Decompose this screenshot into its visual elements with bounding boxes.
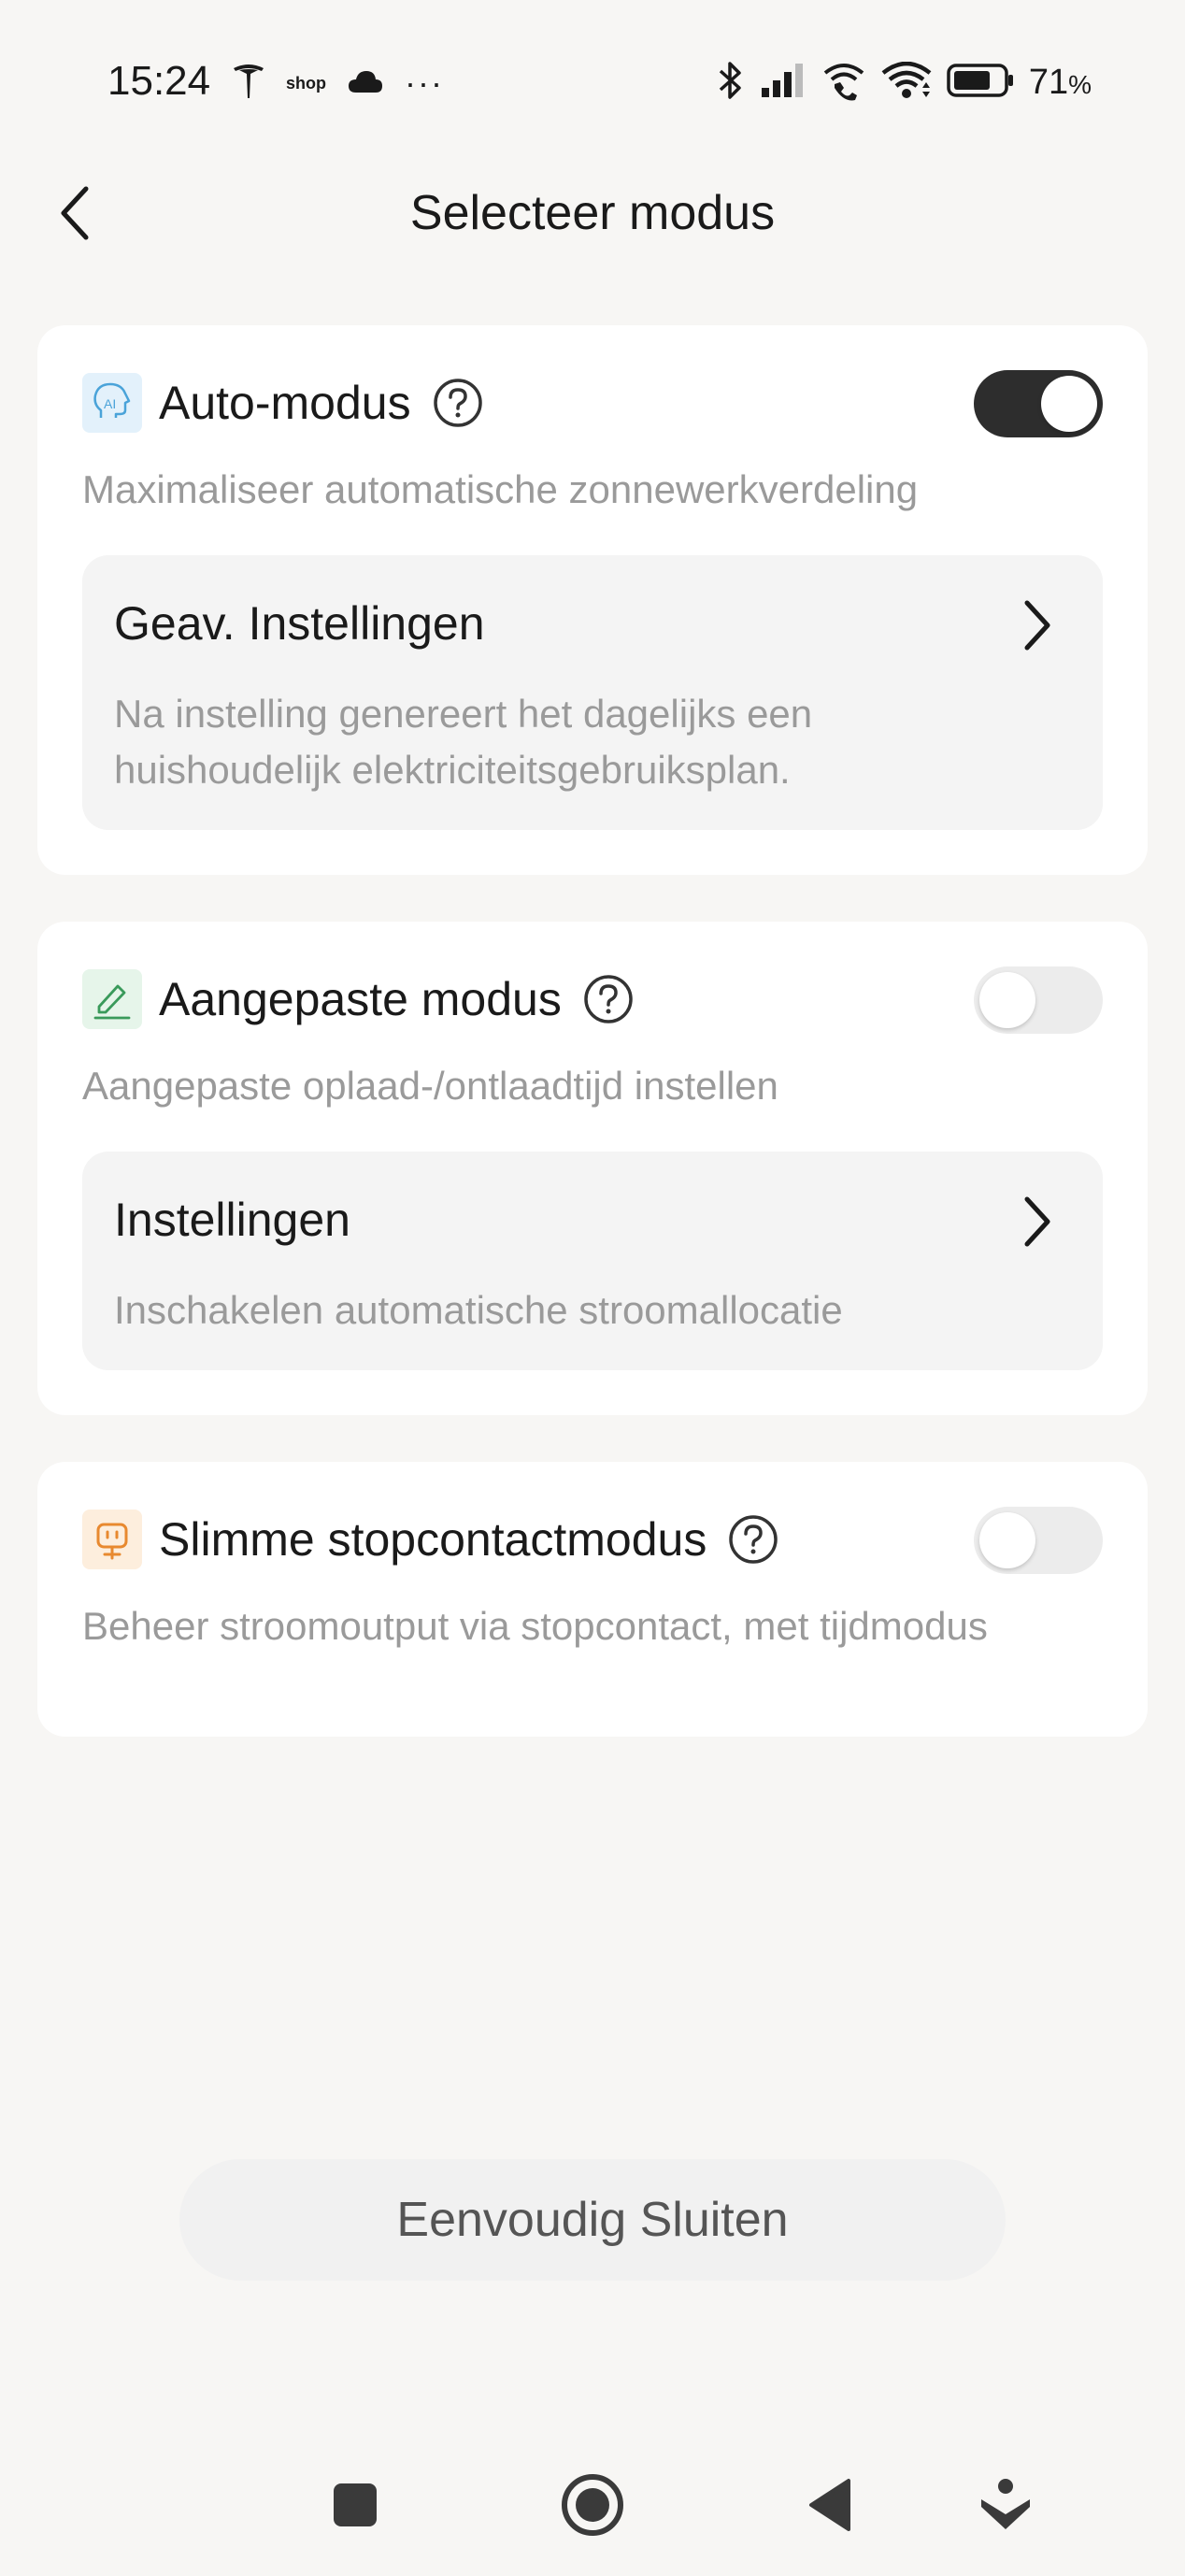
auto-mode-description: Maximaliseer automatische zonnewerkverde… — [82, 467, 919, 511]
toggle-knob — [979, 1512, 1035, 1568]
smart-plug-mode-header: Slimme stopcontactmodus — [82, 1507, 1103, 1574]
status-time: 15:24 — [107, 58, 211, 104]
page-title: Selecteer modus — [409, 186, 776, 240]
custom-mode-card: Aangepaste modus Aangepaste oplaad-/ontl… — [37, 922, 1148, 1415]
battery-percentage: 71% — [1029, 63, 1092, 103]
simple-close-button[interactable]: Eenvoudig Sluiten — [179, 2159, 1006, 2281]
edit-icon — [82, 969, 142, 1029]
help-icon[interactable] — [727, 1513, 779, 1566]
toggle-knob — [979, 972, 1035, 1028]
auto-mode-title: Auto-modus — [159, 377, 411, 429]
smart-plug-mode-description: Beheer stroomoutput via stopcontact, met… — [82, 1604, 988, 1648]
smart-plug-mode-card: Slimme stopcontactmodus Beheer stroomout… — [37, 1462, 1148, 1737]
wifi-icon — [881, 61, 932, 104]
auto-mode-header: AI Auto-modus — [82, 370, 1103, 437]
settings-row[interactable]: Instellingen Inschakelen automatische st… — [82, 1152, 1103, 1370]
chevron-right-icon — [1009, 1189, 1065, 1254]
recents-button[interactable] — [318, 2468, 393, 2542]
custom-mode-description: Aangepaste oplaad-/ontlaadtijd instellen — [82, 1064, 778, 1108]
battery-percentage-unit: % — [1068, 69, 1092, 99]
advanced-settings-description: Na instelling genereert het dagelijks ee… — [114, 692, 813, 792]
triangle-back-icon — [809, 2479, 850, 2531]
battery-icon — [947, 62, 1014, 104]
home-button[interactable] — [555, 2468, 630, 2542]
shop-icon: shop — [286, 73, 326, 93]
help-icon[interactable] — [582, 973, 635, 1025]
accessibility-icon — [981, 2479, 1030, 2529]
help-icon[interactable] — [432, 377, 484, 429]
settings-title: Instellingen — [114, 1194, 350, 1246]
custom-mode-title: Aangepaste modus — [159, 973, 562, 1025]
svg-text:AI: AI — [104, 396, 116, 411]
auto-mode-toggle[interactable] — [974, 370, 1103, 437]
chevron-right-icon — [1009, 593, 1065, 658]
system-nav-bar — [0, 2449, 1185, 2561]
advanced-settings-row[interactable]: Geav. Instellingen Na instelling generee… — [82, 555, 1103, 830]
cloud-icon — [347, 68, 384, 99]
custom-mode-header: Aangepaste modus — [82, 966, 1103, 1034]
more-notifications-indicator: ··· — [405, 64, 444, 102]
back-nav-button[interactable] — [792, 2468, 867, 2542]
status-notification-icons: shop ··· — [232, 60, 444, 107]
wifi-calling-icon — [821, 60, 866, 106]
status-system-icons: 71% — [717, 58, 1092, 107]
header: Selecteer modus — [0, 159, 1185, 266]
home-circle-icon — [562, 2474, 623, 2536]
smart-plug-mode-toggle[interactable] — [974, 1507, 1103, 1574]
auto-mode-card: AI Auto-modus Maximaliseer automatische … — [37, 325, 1148, 875]
status-bar: 15:24 shop ··· 71% — [0, 0, 1185, 150]
settings-description: Inschakelen automatische stroomallocatie — [114, 1288, 843, 1332]
signal-icon — [760, 62, 807, 104]
bluetooth-icon — [717, 60, 745, 106]
smart-plug-mode-title: Slimme stopcontactmodus — [159, 1513, 707, 1566]
custom-mode-toggle[interactable] — [974, 966, 1103, 1034]
tesla-icon — [232, 63, 265, 105]
toggle-knob — [1041, 376, 1097, 432]
advanced-settings-title: Geav. Instellingen — [114, 597, 485, 650]
plug-icon — [82, 1510, 142, 1569]
square-icon — [334, 2483, 377, 2526]
ai-head-icon: AI — [82, 373, 142, 433]
assistant-button[interactable] — [968, 2468, 1043, 2542]
battery-percentage-value: 71 — [1028, 62, 1069, 102]
